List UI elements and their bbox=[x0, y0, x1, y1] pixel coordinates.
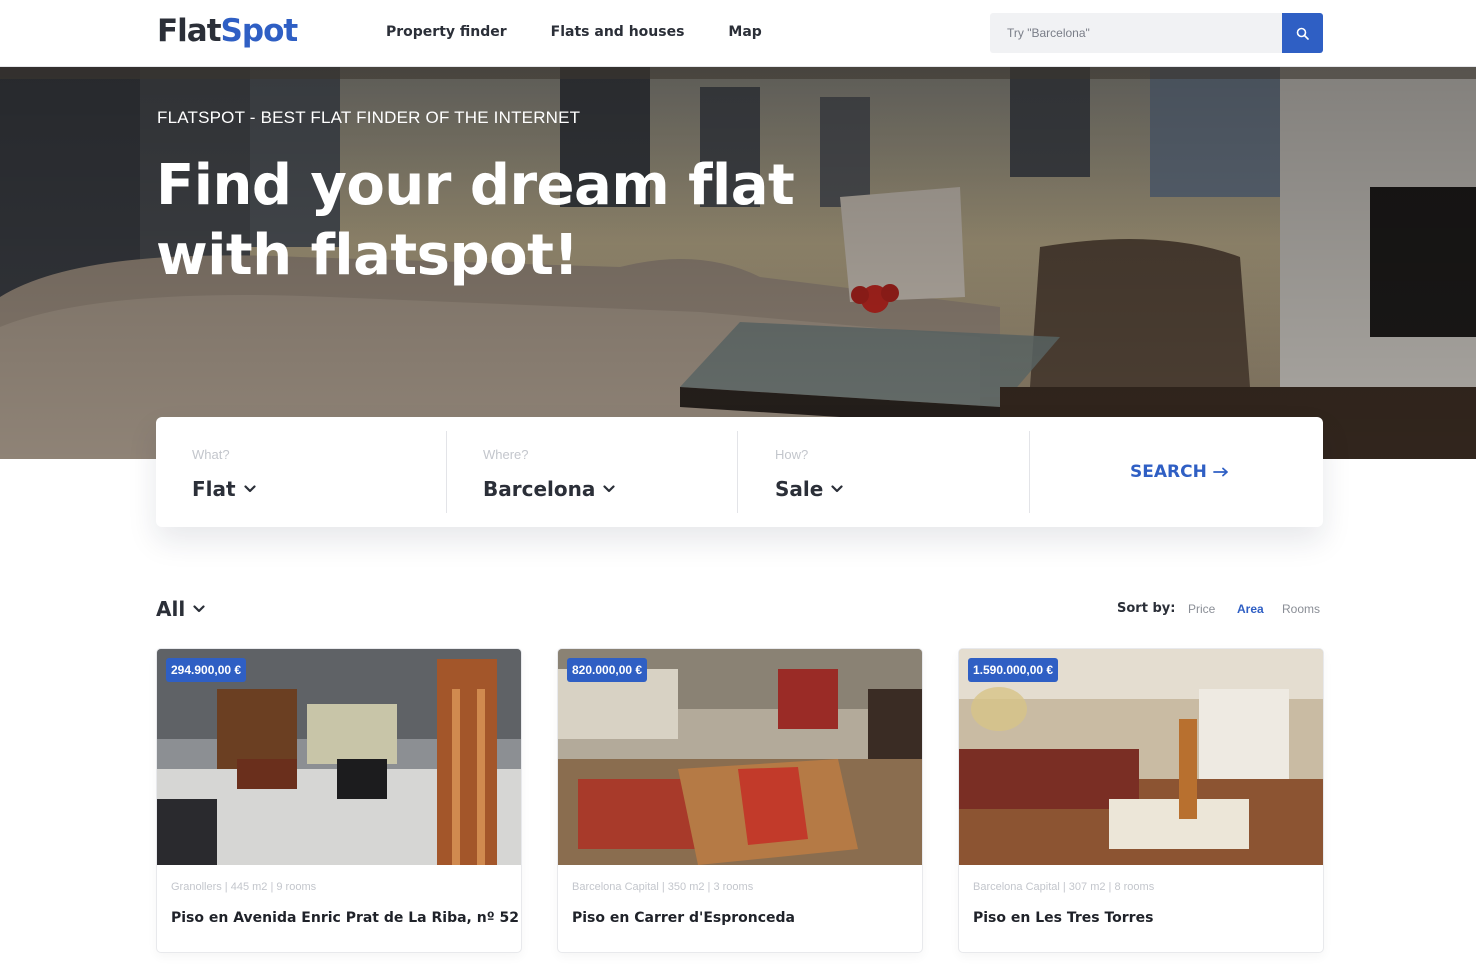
logo-text-spot: Spot bbox=[220, 13, 299, 49]
arrow-right-icon bbox=[1212, 467, 1228, 477]
listing-price: 294.900,00 € bbox=[166, 658, 247, 682]
listing-price: 820.000,00 € bbox=[567, 658, 648, 682]
chevron-down-icon bbox=[603, 485, 615, 493]
category-value: All bbox=[156, 597, 186, 621]
chevron-down-icon bbox=[831, 485, 843, 493]
panel-search-label: SEARCH bbox=[1130, 462, 1207, 482]
listing-meta: Barcelona Capital | 350 m2 | 3 rooms bbox=[572, 881, 754, 893]
where-dropdown[interactable]: Where? Barcelona bbox=[447, 431, 738, 513]
site-header: Flat Spot Property finder Flats and house… bbox=[0, 0, 1476, 67]
flatspot-logo[interactable]: Flat Spot bbox=[157, 13, 299, 53]
listing-title: Piso en Les Tres Torres bbox=[973, 910, 1154, 926]
hero-title: Find your dream flat with flatspot! bbox=[156, 153, 795, 288]
where-value: Barcelona bbox=[483, 477, 615, 501]
search-input[interactable] bbox=[990, 13, 1282, 53]
chevron-down-icon bbox=[243, 485, 256, 493]
listing-price: 1.590.000,00 € bbox=[968, 658, 1059, 682]
sort-price[interactable]: Price bbox=[1188, 602, 1215, 616]
hero-banner: FLATSPOT - BEST FLAT FINDER OF THE INTER… bbox=[0, 67, 1476, 459]
where-label: Where? bbox=[483, 447, 529, 462]
search-button[interactable] bbox=[1282, 13, 1323, 53]
what-label: What? bbox=[192, 447, 230, 462]
what-value-text: Flat bbox=[192, 477, 236, 501]
listing-card[interactable]: 820.000,00 € Barcelona Capital | 350 m2 … bbox=[557, 648, 923, 953]
main-nav: Property finder Flats and houses Map bbox=[386, 22, 806, 42]
listing-title: Piso en Carrer d'Espronceda bbox=[572, 910, 796, 926]
what-dropdown[interactable]: What? Flat bbox=[156, 431, 447, 513]
sort-rooms[interactable]: Rooms bbox=[1282, 602, 1320, 616]
nav-map[interactable]: Map bbox=[728, 22, 761, 42]
listing-card[interactable]: 294.900,00 € Granollers | 445 m2 | 9 roo… bbox=[156, 648, 522, 953]
chevron-down-icon bbox=[193, 605, 205, 613]
nav-flats-and-houses[interactable]: Flats and houses bbox=[551, 22, 685, 42]
how-label: How? bbox=[775, 447, 809, 462]
logo-text-flat: Flat bbox=[157, 13, 222, 49]
search-panel: What? Flat Where? Barcelona How? Sale SE… bbox=[156, 417, 1323, 527]
search-icon bbox=[1296, 27, 1309, 40]
nav-property-finder[interactable]: Property finder bbox=[386, 22, 507, 42]
how-value-text: Sale bbox=[775, 477, 824, 501]
listing-meta: Granollers | 445 m2 | 9 rooms bbox=[171, 881, 317, 893]
listing-title: Piso en Avenida Enric Prat de La Riba, n… bbox=[171, 910, 519, 926]
listing-card[interactable]: 1.590.000,00 € Barcelona Capital | 307 m… bbox=[958, 648, 1324, 953]
category-dropdown[interactable]: All bbox=[156, 597, 205, 621]
what-value: Flat bbox=[192, 477, 256, 501]
how-value: Sale bbox=[775, 477, 843, 501]
sort-area[interactable]: Area bbox=[1237, 602, 1264, 616]
sort-by-label: Sort by: bbox=[1117, 601, 1176, 616]
hero-kicker-text: FLATSPOT - BEST FLAT FINDER OF THE INTER… bbox=[157, 108, 581, 127]
where-value-text: Barcelona bbox=[483, 477, 596, 501]
panel-search-button[interactable]: SEARCH bbox=[1130, 462, 1229, 482]
listing-meta: Barcelona Capital | 307 m2 | 8 rooms bbox=[973, 881, 1155, 893]
how-dropdown[interactable]: How? Sale bbox=[739, 431, 1030, 513]
